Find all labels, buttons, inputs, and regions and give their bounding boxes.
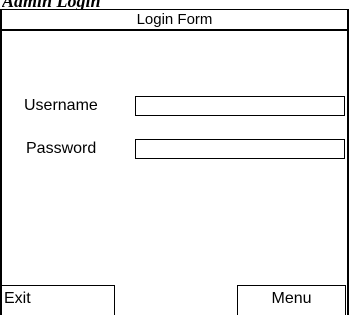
exit-softkey-button[interactable]: Exit [0,285,115,315]
login-screen: Login Form Username Password [0,9,349,315]
menu-softkey-button[interactable]: Menu [237,285,346,315]
password-field[interactable] [135,139,345,159]
password-label: Password [26,140,97,157]
username-label: Username [24,97,98,114]
page-title: Admin Login [2,0,101,9]
username-field[interactable] [135,96,345,116]
form-title: Login Form [2,9,347,31]
